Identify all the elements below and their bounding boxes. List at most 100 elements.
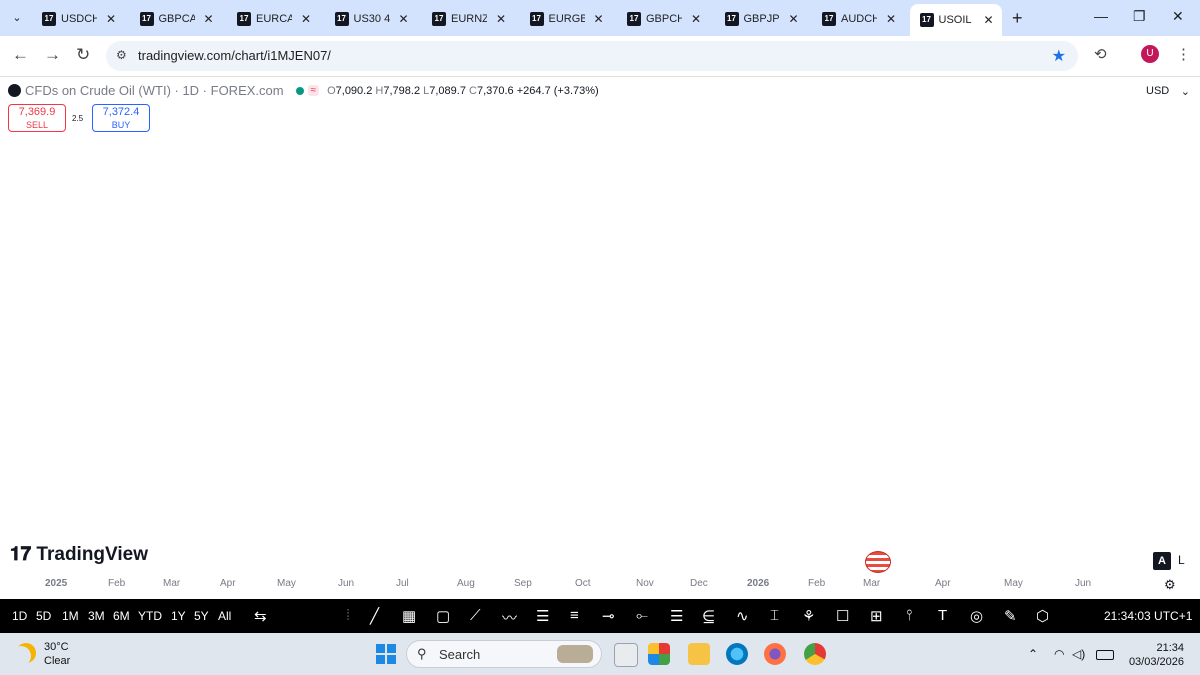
reload-icon[interactable]: ↻ [76, 45, 90, 65]
hline-icon[interactable]: ⊸ [602, 607, 615, 625]
volume-icon[interactable]: ◁) [1072, 647, 1085, 661]
x-tick-label: Jul [396, 578, 409, 589]
table-icon[interactable]: ▦ [402, 607, 416, 625]
weather-description[interactable]: Clear [44, 655, 70, 667]
browser-tab[interactable]: 17 GBPCH ✕ [617, 6, 709, 32]
price-note-icon[interactable]: ◎ [970, 607, 983, 625]
tradingview-favicon-icon: 17 [919, 13, 934, 27]
tab-close-icon[interactable]: ✕ [301, 12, 311, 26]
timeframe-button[interactable]: 1Y [171, 609, 186, 623]
time-axis[interactable]: 2025 Feb Mar Apr May Jun Jul Aug Sep Oct Nov Dec 202… [0, 578, 1200, 594]
weather-temperature[interactable]: 30°C [44, 641, 69, 653]
tab-close-icon[interactable]: ✕ [886, 12, 896, 26]
tab-close-icon[interactable]: ✕ [788, 12, 798, 26]
tab-close-icon[interactable]: ✕ [203, 12, 213, 26]
us-flag-event-icon[interactable] [865, 551, 891, 573]
new-tab-button[interactable]: + [1012, 8, 1023, 29]
browser-tab-strip: ⌄ 17 USDCH ✕ 17 GBPCA ✕ 17 EURCA ✕ 17 US30 4 ✕ 17 EUR… [0, 0, 1200, 36]
tab-close-icon[interactable]: ✕ [496, 12, 506, 26]
tab-close-icon[interactable]: ✕ [106, 12, 116, 26]
browser-tab[interactable]: 17 EURNZ ✕ [422, 6, 514, 32]
symbol-title[interactable]: CFDs on Crude Oil (WTI) · 1D · FOREX.com [25, 83, 284, 98]
profile-avatar[interactable]: U [1141, 45, 1159, 63]
date-range-icon[interactable]: ⇆ [254, 607, 267, 625]
browser-tab[interactable]: 17 EURCA ✕ [227, 6, 319, 32]
tab-close-icon[interactable]: ✕ [691, 12, 701, 26]
chart-settings-icon[interactable]: ⚙ [1164, 577, 1176, 593]
price-chart[interactable]: 8,000.07,800.07,600.07,400.07,200.07,000… [0, 104, 1200, 574]
pattern-icon[interactable]: ⚘ [802, 607, 815, 625]
timeframe-button[interactable]: 1D [12, 609, 27, 623]
minimize-icon[interactable]: — [1094, 8, 1108, 24]
drag-handle-icon[interactable]: ⁞ [346, 607, 350, 624]
chrome-icon[interactable] [804, 643, 826, 665]
fib-icon[interactable]: ☰ [536, 607, 549, 625]
file-explorer-icon[interactable] [688, 643, 710, 665]
restore-icon[interactable]: ❐ [1133, 8, 1146, 25]
site-info-icon[interactable]: ⚙ [116, 48, 127, 62]
ray-icon[interactable]: ⟋ [470, 607, 481, 624]
timeframe-button[interactable]: YTD [138, 609, 162, 623]
timeframe-button[interactable]: 1M [62, 609, 79, 623]
browser-tab[interactable]: 17 AUDCH ✕ [812, 6, 904, 32]
x-tick-label: Nov [636, 578, 654, 589]
browser-tab[interactable]: 17 GBPJPY ✕ [715, 6, 807, 32]
browser-tab[interactable]: 17 US30 4 ✕ [325, 6, 417, 32]
tab-close-icon[interactable]: ✕ [593, 12, 603, 26]
bookmark-star-icon[interactable]: ★ [1052, 46, 1066, 66]
path-icon[interactable]: 〰 [502, 607, 517, 628]
tab-search-icon[interactable]: ⌄ [6, 8, 28, 28]
timeframe-button[interactable]: All [218, 609, 231, 623]
tray-chevron-icon[interactable]: ⌃ [1028, 647, 1038, 661]
wifi-icon[interactable]: ◠ [1054, 647, 1064, 661]
url-text[interactable]: tradingview.com/chart/i1MJEN07/ [138, 48, 331, 63]
timeframe-button[interactable]: 6M [113, 609, 130, 623]
vline-icon[interactable]: ⫯ [906, 607, 913, 624]
curve-icon[interactable]: ∿ [736, 607, 749, 625]
battery-icon[interactable] [1096, 650, 1114, 660]
back-icon[interactable]: ← [12, 45, 29, 65]
timeframe-button[interactable]: 5D [36, 609, 51, 623]
store-icon[interactable] [648, 643, 670, 665]
taskbar-search[interactable]: ⚲ Search [406, 640, 602, 668]
pitchfork-icon[interactable]: ⋸ [702, 607, 715, 625]
log-scale-button[interactable]: L [1178, 553, 1185, 567]
moon-icon[interactable] [16, 643, 36, 663]
browser-tab[interactable]: 17 USOIL ✕ [909, 4, 1002, 36]
rectangle-icon[interactable]: ▢ [436, 607, 450, 625]
tradingview-logo[interactable]: 𝟏𝟕 TradingView [10, 544, 148, 566]
tab-close-icon[interactable]: ✕ [983, 13, 993, 27]
timeframe-button[interactable]: 3M [88, 609, 105, 623]
currency-select[interactable]: USD ⌄ [1140, 80, 1196, 102]
auto-scale-button[interactable]: A [1153, 552, 1171, 570]
timeframe-button[interactable]: 5Y [194, 609, 209, 623]
hray-icon[interactable]: ⟜ [636, 607, 648, 624]
utc-clock[interactable]: 21:34:03 UTC+1 [1104, 609, 1192, 623]
history-icon[interactable]: ⟲ [1094, 45, 1107, 63]
ohlc-change: +264.7 (+3.73%) [516, 84, 599, 97]
parallel-icon[interactable]: ☰ [670, 607, 683, 625]
measure-icon[interactable]: ⊞ [870, 607, 883, 625]
windows-start-icon[interactable] [376, 644, 396, 664]
edge-icon[interactable] [726, 643, 748, 665]
browser-tab[interactable]: 17 USDCH ✕ [32, 6, 124, 32]
channel-icon[interactable]: ≡ [570, 607, 579, 624]
close-window-icon[interactable]: ✕ [1172, 8, 1184, 25]
firefox-icon[interactable] [764, 643, 786, 665]
menu-kebab-icon[interactable]: ⋮ [1176, 45, 1191, 63]
brush-icon[interactable]: ✎ [1004, 607, 1017, 625]
comment-icon[interactable]: ☐ [836, 607, 849, 625]
shapes-icon[interactable]: ⬡ [1036, 607, 1049, 625]
browser-tab[interactable]: 17 GBPCA ✕ [130, 6, 222, 32]
trend-line-icon[interactable]: ╱ [370, 607, 379, 625]
address-bar[interactable]: ⚙ tradingview.com/chart/i1MJEN07/ ★ [106, 41, 1078, 71]
bottom-toolbar: 1D 5D 1M 3M 6M YTD 1Y 5Y All ⇆ ⁞ ╱ ▦ ▢ ⟋ 〰 ☰ ≡ ⊸… [0, 599, 1200, 633]
forward-icon[interactable]: → [44, 45, 61, 65]
text-tool-icon[interactable]: T [938, 607, 947, 624]
task-view-icon[interactable] [614, 643, 638, 667]
system-clock[interactable]: 21:34 03/03/2026 [1128, 641, 1184, 669]
browser-tab[interactable]: 17 EURGB ✕ [520, 6, 612, 32]
tab-close-icon[interactable]: ✕ [398, 12, 408, 26]
cursor-text-icon[interactable]: ⌶ [770, 607, 779, 624]
x-tick-label: Dec [690, 578, 708, 589]
